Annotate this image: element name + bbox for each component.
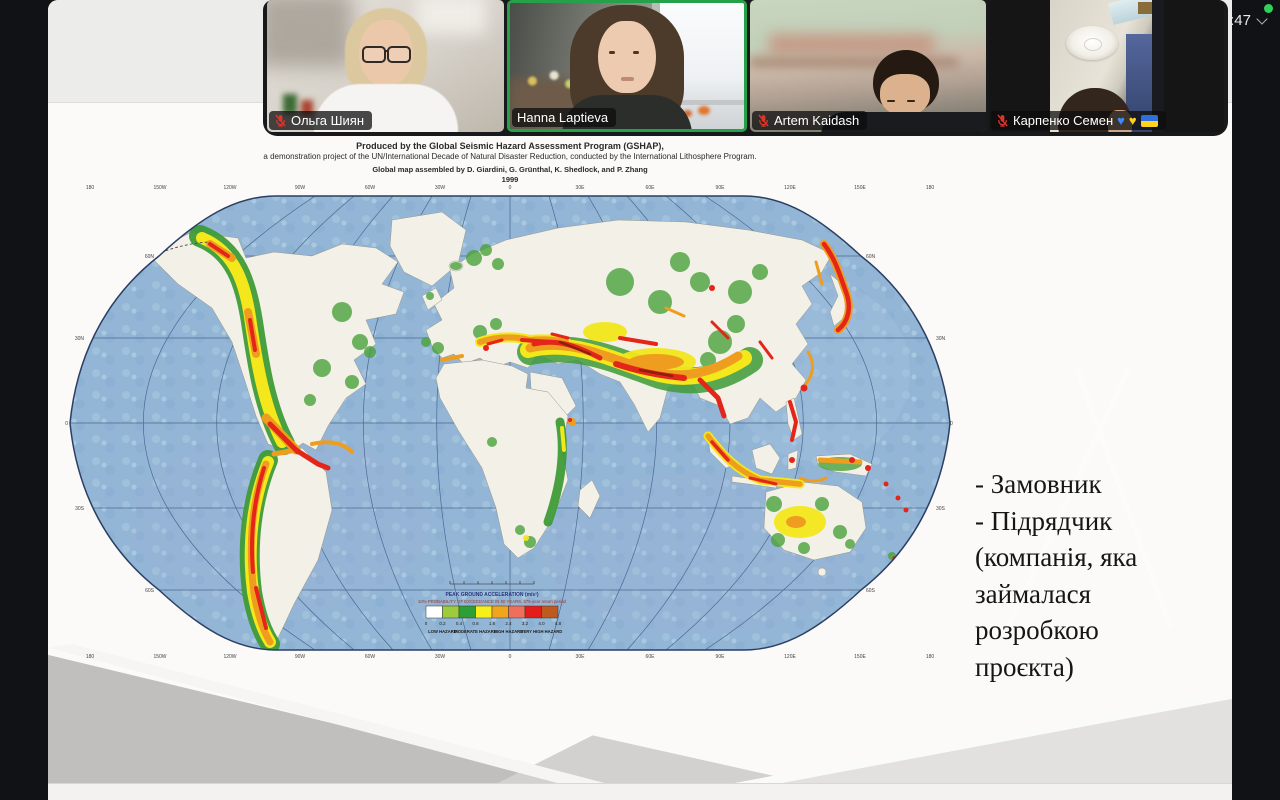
- timer-text: :47: [1230, 12, 1251, 29]
- svg-text:150E: 150E: [854, 185, 866, 191]
- svg-text:180: 180: [926, 654, 935, 660]
- svg-text:0: 0: [509, 654, 512, 660]
- bullet-line: розробкою: [975, 612, 1232, 649]
- seismic-hazard-world-map: PEAK GROUND ACCELERATION (m/s²) 10% PROB…: [60, 182, 960, 662]
- participant-tile-hanna-active-speaker[interactable]: Hanna Laptieva: [507, 0, 747, 132]
- svg-text:30S: 30S: [936, 506, 946, 512]
- status-indicator-dot: [1264, 4, 1273, 13]
- participant-tile-olha[interactable]: Ольга Шиян: [267, 0, 504, 132]
- svg-text:60E: 60E: [646, 654, 656, 660]
- svg-text:HIGH HAZARD: HIGH HAZARD: [494, 629, 523, 634]
- svg-text:3.2: 3.2: [522, 621, 529, 626]
- participant-tile-artem[interactable]: Artem Kaidash: [750, 0, 986, 132]
- bullet-line: - Підрядчик: [975, 503, 1232, 540]
- svg-text:120W: 120W: [223, 654, 236, 660]
- svg-text:180: 180: [926, 185, 935, 191]
- svg-text:150W: 150W: [153, 185, 166, 191]
- svg-text:120E: 120E: [784, 654, 796, 660]
- svg-text:2.4: 2.4: [505, 621, 512, 626]
- blue-heart-icon: ♥: [1117, 114, 1125, 127]
- muted-mic-icon: [274, 114, 287, 127]
- svg-text:30W: 30W: [435, 185, 446, 191]
- participant-name: Hanna Laptieva: [517, 110, 608, 125]
- map-title-line3: Global map assembled by D. Giardini, G. …: [60, 165, 960, 174]
- bullet-line: займалася: [975, 576, 1232, 613]
- participant-name: Artem Kaidash: [774, 113, 859, 128]
- map-title-line1: Produced by the Global Seismic Hazard As…: [60, 141, 960, 151]
- svg-text:0.8: 0.8: [472, 621, 479, 626]
- participant-name: Ольга Шиян: [291, 113, 364, 128]
- svg-text:90E: 90E: [716, 185, 726, 191]
- muted-mic-icon: [757, 114, 770, 127]
- longitude-labels-bottom: 180 150W 120W 90W 60W 30W 0 30E 60E 90E 120E 150E 18…: [86, 654, 935, 660]
- participant-tile-semen[interactable]: Карпенко Семен ♥ ♥: [989, 0, 1224, 132]
- svg-text:180: 180: [86, 654, 95, 660]
- bullet-line: проєкта): [975, 649, 1232, 686]
- svg-text:30N: 30N: [936, 336, 946, 342]
- muted-mic-icon: [996, 114, 1009, 127]
- participant-name-label: Карпенко Семен ♥ ♥: [991, 111, 1166, 130]
- svg-text:90W: 90W: [295, 654, 306, 660]
- svg-text:0.4: 0.4: [456, 621, 463, 626]
- svg-text:4.0: 4.0: [538, 621, 545, 626]
- participant-name: Карпенко Семен: [1013, 113, 1113, 128]
- participant-name-label: Hanna Laptieva: [512, 108, 616, 127]
- svg-text:90E: 90E: [716, 654, 726, 660]
- video-filmstrip: Ольга Шиян Hanna Laptieva Artem Ka: [263, 0, 1228, 136]
- slide-bottom-strip: [48, 783, 1232, 800]
- legend-heading1: PEAK GROUND ACCELERATION (m/s²): [445, 592, 538, 598]
- participant-name-label: Artem Kaidash: [752, 111, 867, 130]
- participant-name-label: Ольга Шиян: [269, 111, 372, 130]
- yellow-heart-icon: ♥: [1129, 114, 1137, 127]
- glasses-icon: [362, 46, 386, 63]
- svg-text:30E: 30E: [576, 185, 586, 191]
- svg-text:VERY HIGH HAZARD: VERY HIGH HAZARD: [521, 629, 563, 634]
- meeting-timer[interactable]: :47: [1230, 12, 1266, 29]
- svg-text:0: 0: [65, 421, 68, 427]
- svg-text:60W: 60W: [365, 654, 376, 660]
- svg-text:30E: 30E: [576, 654, 586, 660]
- svg-text:60N: 60N: [145, 254, 155, 260]
- svg-text:LOW HAZARD: LOW HAZARD: [428, 629, 457, 634]
- svg-text:150E: 150E: [854, 654, 866, 660]
- svg-text:120E: 120E: [784, 185, 796, 191]
- svg-text:30S: 30S: [75, 506, 85, 512]
- legend-heading2: 10% PROBABILITY OF EXCEEDANCE IN 50 YEAR…: [418, 599, 567, 604]
- svg-text:150W: 150W: [153, 654, 166, 660]
- slide-text-block: - Замовник - Підрядчик (компанія, яка за…: [975, 466, 1232, 685]
- ukraine-flag-icon: [1141, 115, 1158, 127]
- svg-text:60S: 60S: [866, 588, 876, 594]
- svg-text:0: 0: [509, 185, 512, 191]
- bullet-line: - Замовник: [975, 466, 1232, 503]
- svg-text:0.2: 0.2: [439, 621, 446, 626]
- svg-text:30N: 30N: [75, 336, 85, 342]
- svg-text:MODERATE HAZARD: MODERATE HAZARD: [454, 629, 497, 634]
- svg-text:30W: 30W: [435, 654, 446, 660]
- svg-text:4.8: 4.8: [555, 621, 562, 626]
- svg-text:90W: 90W: [295, 185, 306, 191]
- legend-categories: LOW HAZARDMODERATE HAZARDHIGH HAZARDVERY…: [428, 629, 562, 634]
- bullet-line: (компанія, яка: [975, 539, 1232, 576]
- svg-text:60W: 60W: [365, 185, 376, 191]
- legend-values: 00.20.40.81.62.43.24.04.8: [425, 621, 562, 626]
- chevron-down-icon[interactable]: [1256, 13, 1267, 24]
- svg-text:120W: 120W: [223, 185, 236, 191]
- svg-text:60N: 60N: [866, 254, 876, 260]
- svg-text:0: 0: [950, 421, 953, 427]
- svg-text:1.6: 1.6: [489, 621, 496, 626]
- map-title-block: Produced by the Global Seismic Hazard As…: [60, 141, 960, 184]
- map-title-line2: a demonstration project of the UN/Intern…: [60, 152, 960, 161]
- svg-text:60E: 60E: [646, 185, 656, 191]
- longitude-labels-top: 180 150W 120W 90W 60W 30W 0 30E 60E 90E 120E 150E 18…: [86, 185, 935, 191]
- legend-color-bar: [426, 606, 558, 618]
- svg-text:60S: 60S: [145, 588, 155, 594]
- svg-text:180: 180: [86, 185, 95, 191]
